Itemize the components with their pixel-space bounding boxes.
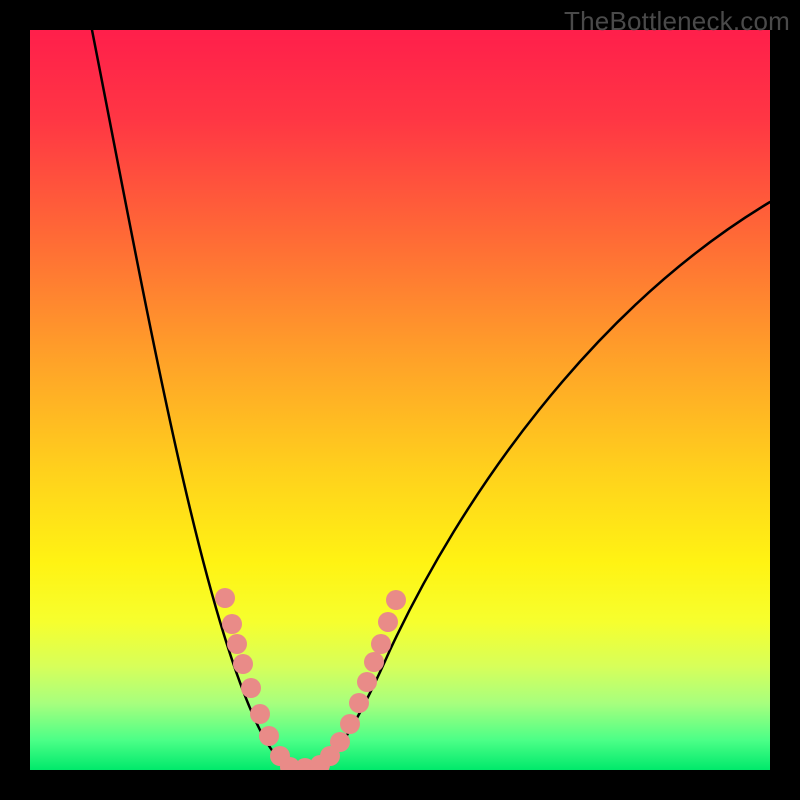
chart-frame [30, 30, 770, 770]
data-dot [340, 714, 360, 734]
bottleneck-chart [30, 30, 770, 770]
data-dot [357, 672, 377, 692]
data-dot [227, 634, 247, 654]
watermark-text: TheBottleneck.com [564, 6, 790, 37]
data-dot [250, 704, 270, 724]
data-dot [259, 726, 279, 746]
data-dot [364, 652, 384, 672]
data-dot [233, 654, 253, 674]
data-dot [386, 590, 406, 610]
gradient-background [30, 30, 770, 770]
data-dot [349, 693, 369, 713]
data-dot [222, 614, 242, 634]
data-dot [371, 634, 391, 654]
data-dot [215, 588, 235, 608]
data-dot [241, 678, 261, 698]
data-dot [330, 732, 350, 752]
data-dot [378, 612, 398, 632]
